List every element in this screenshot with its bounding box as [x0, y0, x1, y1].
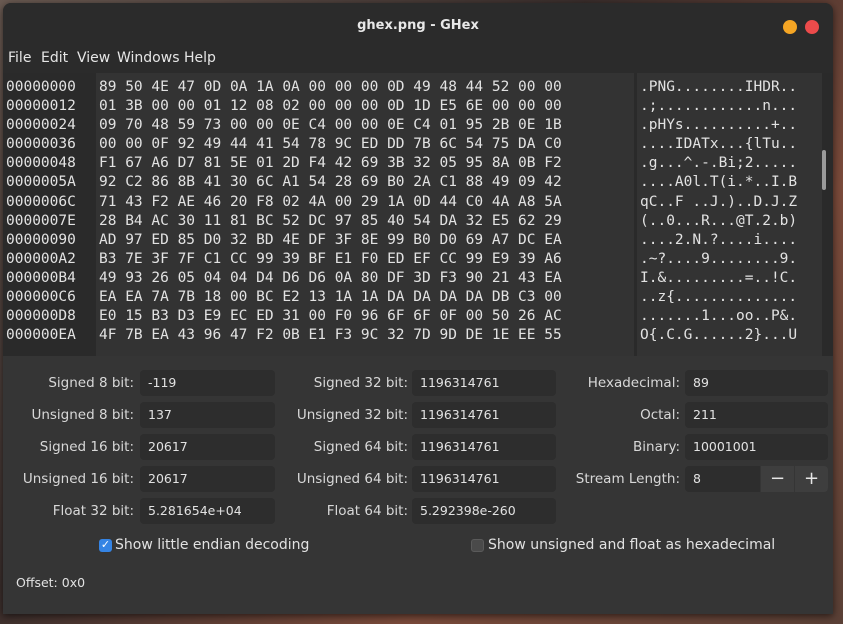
hex-row[interactable]: 89 50 4E 47 0D 0A 1A 0A 00 00 00 0D 49 4… [99, 78, 634, 97]
signed-8-field[interactable]: -119 [140, 370, 275, 396]
hex-row[interactable]: 49 93 26 05 04 04 D4 D6 D6 0A 80 DF 3D F… [99, 269, 634, 288]
hex-scrollbar[interactable] [822, 150, 826, 190]
signed-32-label: Signed 32 bit: [313, 375, 408, 391]
hex-row[interactable]: F1 67 A6 D7 81 5E 01 2D F4 42 69 3B 32 0… [99, 154, 634, 173]
ascii-row[interactable]: O{.C.G......2}...U [640, 326, 822, 345]
signed-32-field[interactable]: 1196314761 [412, 370, 556, 396]
offset-row: 000000D8 [6, 308, 76, 325]
signed-8-label: Signed 8 bit: [48, 375, 134, 391]
ghex-window: ghex.png - GHex File Edit View Windows H… [3, 3, 833, 614]
hexadecimal-label: Hexadecimal: [587, 375, 680, 391]
binary-field[interactable]: 10001001 [685, 434, 828, 460]
hex-column[interactable]: 89 50 4E 47 0D 0A 1A 0A 00 00 00 0D 49 4… [96, 73, 634, 356]
offset-row: 00000000 [6, 79, 76, 95]
ascii-row[interactable]: .pHYs..........+.. [640, 116, 822, 135]
menu-windows[interactable]: Windows [117, 43, 180, 73]
float-32-label: Float 32 bit: [52, 503, 134, 519]
checkmark-icon: ✓ [100, 539, 111, 551]
hex-row[interactable]: 28 B4 AC 30 11 81 BC 52 DC 97 85 40 54 D… [99, 212, 634, 231]
signed-16-field[interactable]: 20617 [140, 434, 275, 460]
little-endian-checkbox[interactable]: ✓ [99, 539, 112, 552]
offset-row: 00000012 [6, 98, 76, 115]
offset-row: 00000090 [6, 231, 76, 248]
hex-row[interactable]: 09 70 48 59 73 00 00 0E C4 00 00 0E C4 0… [99, 116, 634, 135]
menu-bar: File Edit View Windows Help [3, 43, 833, 73]
close-button[interactable] [805, 20, 819, 34]
status-offset: Offset: 0x0 [16, 575, 86, 590]
offset-row: 0000007E [6, 212, 76, 229]
octal-label: Octal: [640, 407, 680, 423]
offset-row: 00000048 [6, 155, 76, 172]
offset-row: 00000036 [6, 136, 76, 153]
ascii-row[interactable]: qC..F ..J.)..D.J.Z [640, 193, 822, 212]
unsigned-8-field[interactable]: 137 [140, 402, 275, 428]
offset-row: 0000005A [6, 174, 76, 191]
offset-row: 000000EA [6, 327, 76, 344]
ascii-row[interactable]: ....2.N.?....i.... [640, 231, 822, 250]
unsigned-8-label: Unsigned 8 bit: [31, 407, 134, 423]
little-endian-label[interactable]: Show little endian decoding [115, 536, 309, 554]
float-64-label: Float 64 bit: [326, 503, 408, 519]
unsigned-32-field[interactable]: 1196314761 [412, 402, 556, 428]
menu-file[interactable]: File [8, 43, 31, 73]
octal-field[interactable]: 211 [685, 402, 828, 428]
offset-row: 000000A2 [6, 250, 76, 267]
hex-row[interactable]: E0 15 B3 D3 E9 EC ED 31 00 F0 96 6F 6F 0… [99, 307, 634, 326]
unsigned-hex-label[interactable]: Show unsigned and float as hexadecimal [488, 536, 775, 554]
offset-row: 000000C6 [6, 289, 76, 306]
float-64-field[interactable]: 5.292398e-260 [412, 498, 556, 524]
hex-row[interactable]: 4F 7B EA 43 96 47 F2 0B E1 F3 9C 32 7D 9… [99, 326, 634, 345]
unsigned-64-field[interactable]: 1196314761 [412, 466, 556, 492]
menu-view[interactable]: View [77, 43, 110, 73]
stream-length-field[interactable]: 8 [685, 466, 760, 492]
ascii-row[interactable]: .~?....9........9. [640, 250, 822, 269]
offset-row: 00000024 [6, 117, 76, 134]
hex-row[interactable]: AD 97 ED 85 D0 32 BD 4E DF 3F 8E 99 B0 D… [99, 231, 634, 250]
stream-length-decrement-button[interactable]: − [761, 466, 794, 492]
signed-16-label: Signed 16 bit: [39, 439, 134, 455]
ascii-row[interactable]: ..z{.............. [640, 288, 822, 307]
ascii-row[interactable]: I.&.........=..!C. [640, 269, 822, 288]
hex-row[interactable]: EA EA 7A 7B 18 00 BC E2 13 1A 1A DA DA D… [99, 288, 634, 307]
hex-row[interactable]: 92 C2 86 8B 41 30 6C A1 54 28 69 B0 2A C… [99, 173, 634, 192]
title-bar[interactable]: ghex.png - GHex [3, 3, 833, 43]
unsigned-64-label: Unsigned 64 bit: [296, 471, 408, 487]
ascii-row[interactable]: .g...^.-.Bi;2..... [640, 154, 822, 173]
ascii-row[interactable]: (..0...R...@T.2.b) [640, 212, 822, 231]
hex-editor-area[interactable]: 00000000 00000012 00000024 00000036 00000048… [3, 73, 833, 356]
ascii-row[interactable]: ....IDATx...{lTu.. [640, 135, 822, 154]
ascii-row[interactable]: .......1...oo..P&. [640, 307, 822, 326]
menu-help[interactable]: Help [184, 43, 216, 73]
signed-64-label: Signed 64 bit: [313, 439, 408, 455]
hex-row[interactable]: B3 7E 3F 7F C1 CC 99 39 BF E1 F0 ED EF C… [99, 250, 634, 269]
hexadecimal-field[interactable]: 89 [685, 370, 828, 396]
ascii-column[interactable]: .PNG........IHDR.. .;............n... .pHY… [637, 73, 822, 356]
binary-label: Binary: [633, 439, 680, 455]
stream-length-increment-button[interactable]: + [795, 466, 828, 492]
signed-64-field[interactable]: 1196314761 [412, 434, 556, 460]
hex-row[interactable]: 01 3B 00 00 01 12 08 02 00 00 00 0D 1D E… [99, 97, 634, 116]
float-32-field[interactable]: 5.281654e+04 [140, 498, 275, 524]
unsigned-16-field[interactable]: 20617 [140, 466, 275, 492]
minimize-button[interactable] [783, 20, 797, 34]
ascii-row[interactable]: .;............n... [640, 97, 822, 116]
unsigned-hex-checkbox[interactable] [471, 539, 484, 552]
menu-edit[interactable]: Edit [41, 43, 68, 73]
offset-row: 000000B4 [6, 269, 76, 286]
hex-row[interactable]: 71 43 F2 AE 46 20 F8 02 4A 00 29 1A 0D 4… [99, 193, 634, 212]
ascii-row[interactable]: .PNG........IHDR.. [640, 78, 822, 97]
hex-row[interactable]: 00 00 0F 92 49 44 41 54 78 9C ED DD 7B 6… [99, 135, 634, 154]
data-decoder-panel: Signed 8 bit: -119 Unsigned 8 bit: 137 S… [3, 356, 833, 614]
unsigned-16-label: Unsigned 16 bit: [22, 471, 134, 487]
stream-length-label: Stream Length: [575, 471, 680, 487]
unsigned-32-label: Unsigned 32 bit: [296, 407, 408, 423]
offset-column: 00000000 00000012 00000024 00000036 00000048… [3, 73, 94, 356]
offset-row: 0000006C [6, 193, 76, 210]
ascii-row[interactable]: ....A0l.T(i.*..I.B [640, 173, 822, 192]
window-title: ghex.png - GHex [357, 18, 479, 33]
